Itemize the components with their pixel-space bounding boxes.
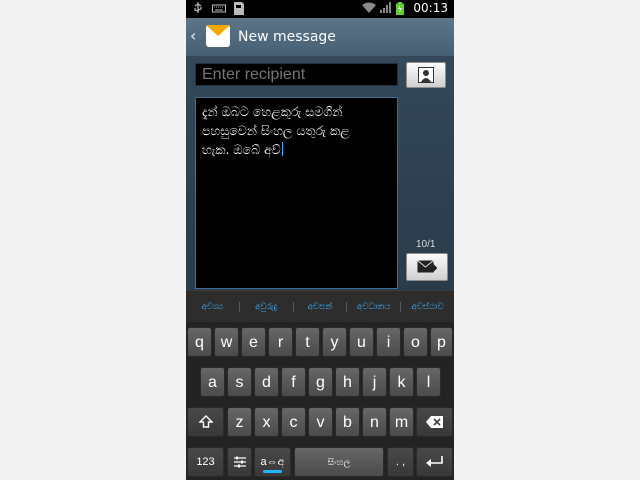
chevron-left-icon[interactable]: ‹ [190,28,196,44]
send-message-icon [417,260,437,273]
backspace-icon [425,416,443,428]
key-q[interactable]: q [187,327,212,357]
numbers-key[interactable]: 123 [187,447,224,477]
sd-card-icon [232,2,244,15]
battery-icon [396,2,408,15]
key-w[interactable]: w [214,327,239,357]
clock: 00:13 [413,1,448,15]
key-i[interactable]: i [376,327,401,357]
key-v[interactable]: v [308,407,333,437]
suggestion-item[interactable]: අවශ්‍ය [186,302,240,312]
send-button[interactable] [406,253,448,281]
key-j[interactable]: j [362,367,387,397]
message-line: දැන් ඔබට හෙළකුරු සමගින් [202,104,343,119]
key-g[interactable]: g [308,367,333,397]
suggestion-item[interactable]: අවස්ථාව [401,302,454,312]
status-bar: 00:13 [186,0,454,18]
shift-key[interactable] [187,407,224,437]
usb-icon [192,2,204,14]
space-key[interactable]: සිංහල [294,447,384,477]
key-s[interactable]: s [227,367,252,397]
key-l[interactable]: l [416,367,441,397]
key-p[interactable]: p [430,327,453,357]
message-line: පහසුවෙන් සිංහල යතුරු කළ [202,123,350,138]
key-f[interactable]: f [281,367,306,397]
signal-icon [379,2,392,14]
space-label: සිංහල [327,457,351,467]
language-switch-label: a⇔අ [260,456,285,468]
recipient-input[interactable] [195,63,398,86]
key-e[interactable]: e [241,327,266,357]
key-h[interactable]: h [335,367,360,397]
key-n[interactable]: n [362,407,387,437]
suggestion-item[interactable]: අවධානය [347,302,402,312]
suggestion-item[interactable]: අවසන් [294,302,348,312]
page-title: New message [238,29,336,45]
action-bar: ‹ New message [186,18,454,56]
text-cursor [281,142,283,156]
key-t[interactable]: t [295,327,320,357]
key-b[interactable]: b [335,407,360,437]
key-u[interactable]: u [349,327,374,357]
language-switch-key[interactable]: a⇔අ [254,447,291,477]
wifi-icon [362,2,377,14]
key-y[interactable]: y [322,327,347,357]
key-z[interactable]: z [227,407,252,437]
suggestion-item[interactable]: අවුරුදු [240,302,294,312]
compose-area: දැන් ඔබට හෙළකුරු සමගින් පහසුවෙන් සිංහල ය… [186,56,454,290]
key-a[interactable]: a [200,367,225,397]
key-o[interactable]: o [403,327,428,357]
shift-icon [197,415,214,428]
envelope-icon[interactable] [206,25,230,47]
settings-key[interactable] [227,447,252,477]
key-d[interactable]: d [254,367,279,397]
key-r[interactable]: r [268,327,293,357]
enter-key[interactable] [416,447,453,477]
key-x[interactable]: x [254,407,279,437]
key-k[interactable]: k [389,367,414,397]
punctuation-key[interactable]: . , [387,447,414,477]
contact-picker-button[interactable] [406,62,446,88]
enter-icon [425,456,443,467]
settings-icon [233,456,246,468]
key-c[interactable]: c [281,407,306,437]
message-line: හැක. ඔබේ අව් [202,142,281,157]
message-body-input[interactable]: දැන් ඔබට හෙළකුරු සමගින් පහසුවෙන් සිංහල ය… [195,97,398,289]
phone-screen: 00:13 ‹ New message දැන් ඔබට හෙළකුරු සමග… [186,0,454,480]
suggestion-bar: අවශ්‍ය අවුරුදු අවසන් අවධානය අවස්ථාව [186,290,454,323]
keyboard-icon [212,2,226,14]
language-indicator [263,470,282,473]
key-m[interactable]: m [389,407,414,437]
backspace-key[interactable] [416,407,453,437]
character-counter: 10/1 [416,239,436,250]
keyboard: q w e r t y u i o p a s d f g h j k l z … [186,322,454,480]
contact-card-icon [418,67,434,83]
